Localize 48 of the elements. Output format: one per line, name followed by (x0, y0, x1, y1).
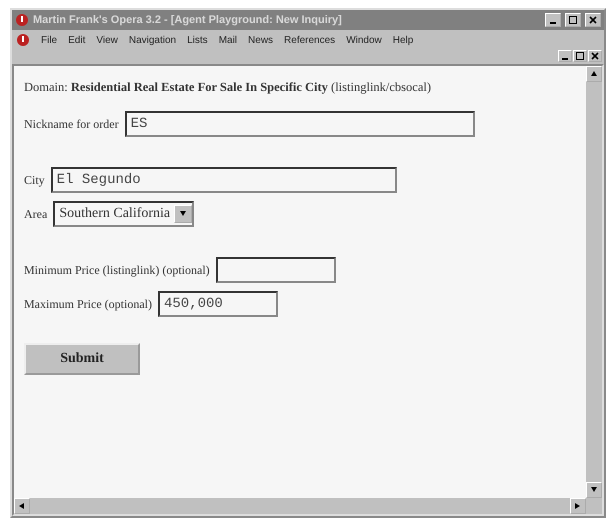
menu-item[interactable]: File (41, 34, 58, 46)
menu-item[interactable]: Lists (187, 34, 208, 46)
menu-item[interactable]: Window (346, 34, 382, 46)
scroll-up-button[interactable] (586, 66, 602, 82)
scroll-left-button[interactable] (14, 498, 30, 514)
menu-item[interactable]: Navigation (128, 34, 176, 46)
minimize-icon (550, 22, 556, 24)
menu-item[interactable]: Mail (218, 34, 238, 46)
left-arrow-icon (18, 502, 26, 510)
menu-item[interactable]: Edit (68, 34, 86, 46)
close-icon (589, 16, 597, 24)
close-icon (591, 52, 599, 60)
field-label: Area (24, 206, 48, 222)
menu-item[interactable]: Help (392, 34, 414, 46)
maximize-icon (576, 52, 584, 60)
input-field[interactable]: El Segundo (50, 167, 397, 193)
close-button[interactable] (588, 50, 602, 62)
down-arrow-icon (590, 486, 598, 494)
input-field[interactable]: ES (124, 111, 475, 137)
close-button[interactable] (585, 13, 601, 27)
minimize-button[interactable] (545, 13, 561, 27)
scroll-right-button[interactable] (570, 498, 586, 514)
vertical-scrollbar[interactable] (586, 66, 602, 498)
caret-icon (179, 210, 188, 218)
field-label: Maximum Price (optional) (24, 296, 152, 312)
restore-button[interactable] (573, 50, 587, 62)
input-field[interactable]: 450,000 (158, 291, 278, 317)
menu-item[interactable]: News (248, 34, 274, 46)
right-arrow-icon (574, 502, 582, 510)
field-label: Minimum Price (listinglink) (optional) (24, 262, 210, 278)
domain-text: Domain: Residential Real Estate For Sale In Specific City (listinglink/cbsocal) (24, 80, 432, 95)
minimize-icon (562, 58, 568, 60)
menu-item[interactable]: View (96, 34, 118, 46)
field-label: City (24, 172, 45, 188)
up-arrow-icon (590, 70, 598, 78)
horizontal-scrollbar[interactable] (14, 498, 586, 514)
menu-item[interactable]: References (284, 34, 336, 46)
maximize-button[interactable] (565, 13, 581, 27)
area-dropdown[interactable]: Southern California (53, 201, 194, 227)
scroll-down-button[interactable] (586, 482, 602, 498)
minimize-button[interactable] (558, 50, 572, 62)
window-title: Martin Frank's Opera 3.2 - [Agent Playground: New Inquiry] (33, 14, 343, 26)
input-field[interactable] (216, 257, 336, 283)
maximize-icon (569, 16, 577, 24)
field-label: Nickname for order (24, 116, 119, 132)
app-logo-icon (15, 13, 29, 27)
submit-button[interactable]: Submit (24, 343, 140, 375)
app-logo-icon (16, 33, 30, 47)
